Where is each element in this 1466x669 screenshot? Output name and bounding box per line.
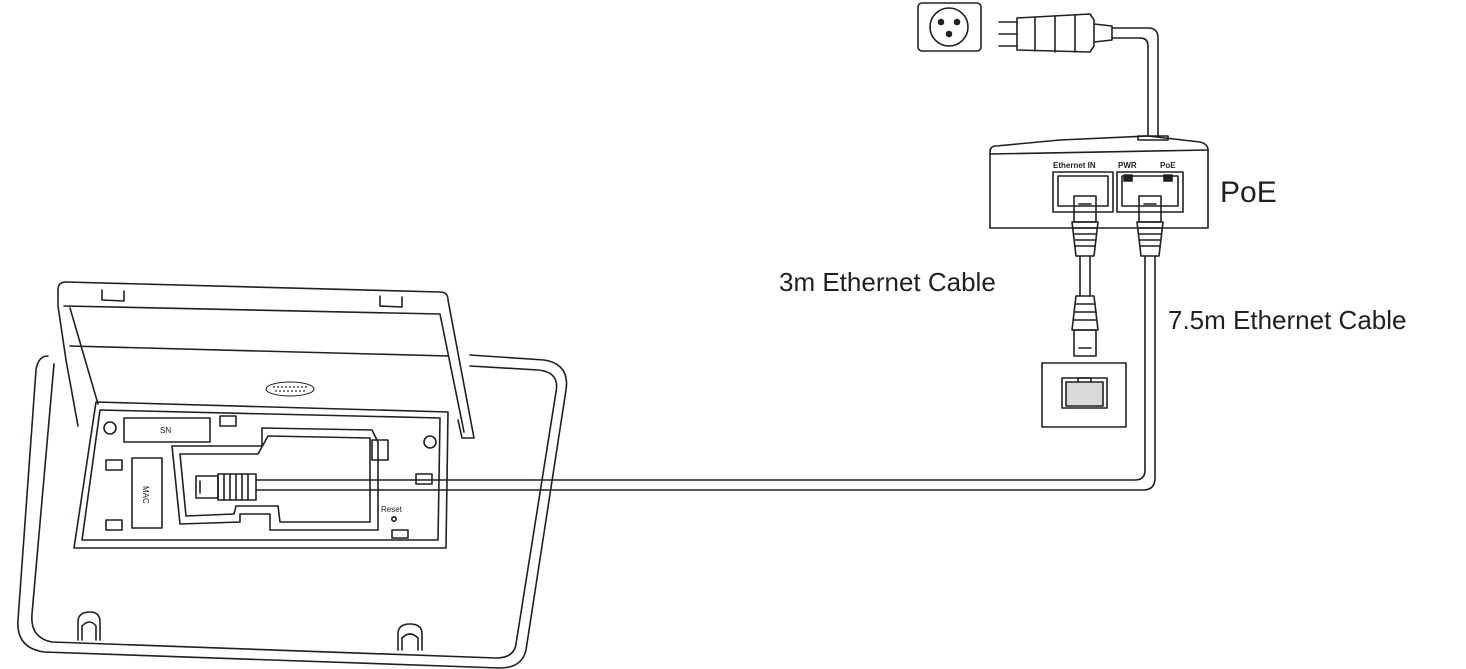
- poe-injector: [989, 135, 1209, 229]
- ethernet-in-port-label: Ethernet IN: [1053, 161, 1096, 170]
- ethernet-cable-7-5m: [255, 195, 1164, 491]
- cable-7-5m-label: 7.5m Ethernet Cable: [1168, 305, 1407, 335]
- sn-label: SN: [160, 426, 171, 435]
- device-rear-view: [17, 281, 568, 669]
- power-cord: [1111, 27, 1169, 141]
- speaker-grille-icon: [265, 381, 315, 397]
- power-plug-icon: [998, 13, 1113, 53]
- power-outlet-icon: [917, 2, 982, 52]
- wall-ethernet-jack: [1041, 362, 1127, 428]
- cable-3m-label: 3m Ethernet Cable: [779, 267, 996, 297]
- poe-label: PoE: [1220, 176, 1277, 209]
- mac-label: MAC: [141, 486, 150, 504]
- reset-label: Reset: [381, 505, 403, 514]
- poe-port-label: PoE: [1160, 161, 1176, 170]
- poe-connection-diagram: Ethernet IN PWR PoE SN MAC Reset PoE 3m …: [0, 0, 1466, 669]
- ethernet-cable-3m: [1071, 195, 1099, 357]
- pwr-led-label: PWR: [1118, 161, 1137, 170]
